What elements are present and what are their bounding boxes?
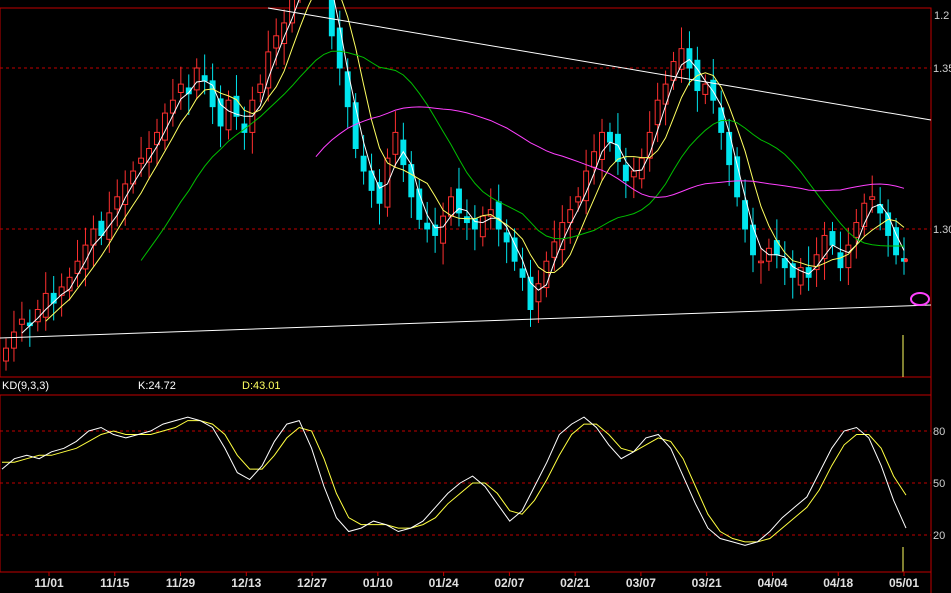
candle-body <box>781 258 788 269</box>
candle-body <box>750 224 756 256</box>
kd-axis-20: 20 <box>933 530 945 542</box>
candle-body <box>853 222 860 238</box>
d-value: D:43.01 <box>242 380 281 392</box>
candle-body <box>201 75 208 82</box>
x-tick-label: 04/18 <box>823 576 853 590</box>
candle-body <box>845 244 852 269</box>
candle-body <box>837 252 844 269</box>
x-tick-label: 05/01 <box>889 576 919 590</box>
x-tick-label: 04/04 <box>757 576 787 590</box>
candle-body <box>98 220 105 236</box>
candle-body <box>273 35 280 49</box>
kd-title: KD(9,3,3) <box>2 380 49 392</box>
candle-body <box>384 157 391 208</box>
candle-body <box>630 170 637 178</box>
x-tick-label: 11/29 <box>166 576 196 590</box>
x-tick-label: 02/07 <box>494 576 524 590</box>
candle-body <box>813 254 820 271</box>
candle-body <box>10 331 17 349</box>
candle-body <box>376 182 383 204</box>
candle-body <box>177 83 184 93</box>
candle-body <box>519 268 526 278</box>
candle-body <box>193 67 200 91</box>
candle-body <box>893 227 900 256</box>
candle-body <box>479 215 486 238</box>
x-tick-label: 12/13 <box>231 576 261 590</box>
candle-body <box>225 99 232 131</box>
kd-axis-80: 80 <box>933 426 945 438</box>
candle-body <box>471 218 478 230</box>
candle-body <box>551 241 558 258</box>
candle-body <box>114 196 121 210</box>
candle-body <box>265 51 272 89</box>
kd-axis-50: 50 <box>933 478 945 490</box>
last-price-dot <box>904 258 908 263</box>
candle-body <box>360 155 367 172</box>
candle-body <box>638 157 645 180</box>
x-tick-label: 03/21 <box>692 576 722 590</box>
candle-body <box>495 201 502 230</box>
candle-body <box>511 237 518 262</box>
candle-body <box>448 196 454 217</box>
candle-body <box>869 196 876 200</box>
candle-body <box>829 231 836 246</box>
x-tick-label: 03/07 <box>626 576 656 590</box>
candle-body <box>503 232 510 243</box>
x-tick-label: 01/24 <box>429 576 459 590</box>
price-label-130: 1.30 <box>933 224 951 236</box>
candle-body <box>678 48 685 70</box>
stock-chart: 1.2 1.35 1.30 KD(9,3,3) K:24.72 D:43.01 … <box>0 0 951 593</box>
x-tick-label: 02/21 <box>560 576 590 590</box>
candle-body <box>622 164 629 182</box>
candle-body <box>217 98 224 127</box>
candle-body <box>432 224 439 236</box>
candle-body <box>607 131 613 143</box>
candle-body <box>3 347 9 362</box>
price-label-135: 1.35 <box>933 63 951 75</box>
candle-body <box>757 260 764 264</box>
candle-body <box>328 0 335 37</box>
candle-body <box>257 83 264 93</box>
candle-body <box>42 292 49 318</box>
x-tick-label: 11/15 <box>100 576 130 590</box>
candle-body <box>424 222 431 230</box>
candle-body <box>535 283 542 303</box>
candle-body <box>161 112 168 141</box>
price-label-top: 1.2 <box>934 10 949 22</box>
x-tick-label: 12/27 <box>297 576 327 590</box>
candle-body <box>654 99 661 126</box>
candle-body <box>392 131 399 155</box>
candle-body <box>575 196 582 203</box>
x-tick-label: 11/01 <box>34 576 64 590</box>
x-tick-label: 01/10 <box>363 576 393 590</box>
k-value: K:24.72 <box>138 380 176 392</box>
candle-body <box>18 318 25 325</box>
candle-body <box>789 263 796 278</box>
candle-body <box>440 215 447 244</box>
candle-body <box>702 83 709 95</box>
candle-body <box>591 151 598 168</box>
candle-body <box>138 157 145 164</box>
candle-body <box>463 216 470 224</box>
candle-body <box>686 48 693 69</box>
